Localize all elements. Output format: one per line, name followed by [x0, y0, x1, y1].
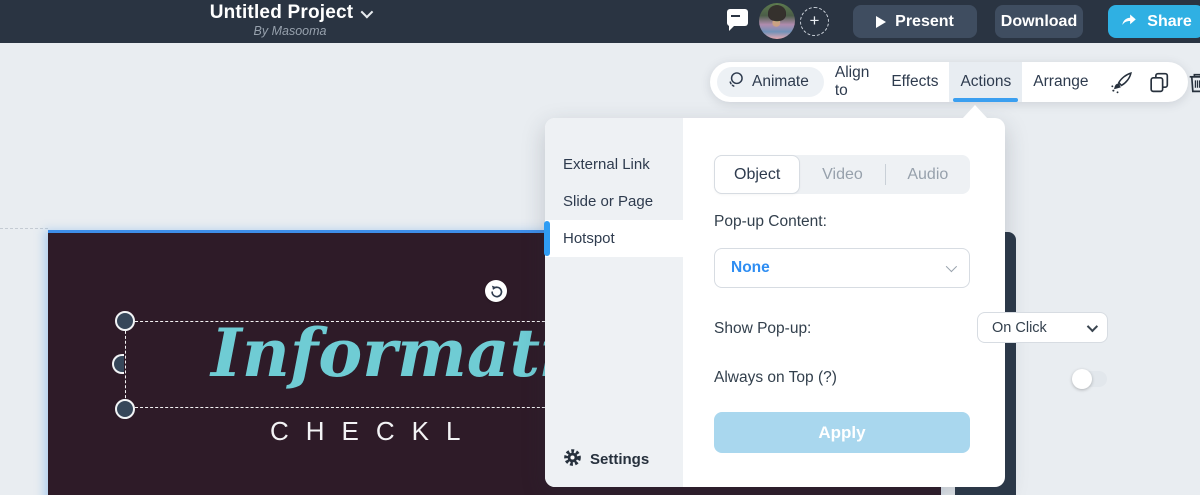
- toolbar-align-to[interactable]: Align to: [824, 62, 880, 102]
- popup-caret: [962, 105, 988, 119]
- show-popup-label: Show Pop-up:: [714, 320, 812, 337]
- toolbar-actions[interactable]: Actions: [949, 62, 1023, 102]
- share-button[interactable]: Share: [1108, 5, 1200, 38]
- settings-label: Settings: [590, 451, 650, 468]
- tab-object[interactable]: Object: [714, 155, 801, 194]
- avatar[interactable]: [759, 3, 795, 39]
- chevron-down-icon: [1086, 320, 1099, 332]
- tab-video[interactable]: Video: [800, 155, 884, 194]
- paintbrush-icon[interactable]: [1109, 70, 1134, 95]
- nav-item-slide-or-page[interactable]: Slide or Page: [545, 183, 683, 220]
- actions-popup: External Link Slide or Page Hotspot Sett…: [544, 118, 1108, 487]
- selection-outline: [125, 321, 570, 408]
- share-label: Share: [1147, 12, 1192, 30]
- apply-button[interactable]: Apply: [714, 412, 970, 453]
- toolbar-arrange[interactable]: Arrange: [1022, 62, 1099, 102]
- animate-icon: [725, 69, 746, 95]
- tab-audio[interactable]: Audio: [886, 155, 970, 194]
- chevron-down-icon[interactable]: [360, 5, 374, 18]
- top-bar: Untitled Project By Masooma + Present Do…: [0, 0, 1200, 43]
- nav-item-hotspot[interactable]: Hotspot: [544, 220, 683, 257]
- present-button[interactable]: Present: [853, 5, 977, 38]
- popup-content-value: None: [731, 259, 770, 276]
- add-collaborator-icon[interactable]: +: [800, 7, 829, 36]
- resize-handle-bottom-left[interactable]: [115, 399, 135, 419]
- popup-content-label: Pop-up Content:: [714, 213, 827, 230]
- nav-item-settings[interactable]: Settings: [563, 448, 649, 471]
- project-title-group[interactable]: Untitled Project By Masooma: [180, 2, 400, 38]
- nav-item-external-link[interactable]: External Link: [545, 146, 683, 183]
- actions-popup-nav: External Link Slide or Page Hotspot Sett…: [544, 118, 683, 487]
- media-tabs: Object Video Audio: [714, 155, 970, 194]
- gear-icon: [563, 448, 582, 471]
- project-title[interactable]: Untitled Project: [210, 2, 354, 24]
- show-popup-value: On Click: [992, 319, 1047, 336]
- toolbar-effects[interactable]: Effects: [880, 62, 949, 102]
- show-popup-select[interactable]: On Click: [977, 312, 1108, 343]
- share-arrow-icon: [1120, 11, 1138, 32]
- always-on-top-label: Always on Top (?): [714, 369, 837, 386]
- duplicate-icon[interactable]: [1147, 70, 1172, 95]
- resize-handle-top-left[interactable]: [115, 311, 135, 331]
- download-button[interactable]: Download: [995, 5, 1083, 38]
- animate-label: Animate: [752, 73, 809, 90]
- always-on-top-toggle[interactable]: [1072, 369, 1107, 389]
- slide-subheading-text[interactable]: CHECKL: [270, 416, 477, 447]
- slide-top-guide-line: [0, 228, 48, 229]
- toggle-knob: [1072, 369, 1092, 389]
- toolbar-animate-button[interactable]: Animate: [717, 67, 824, 97]
- context-toolbar: Animate Align to Effects Actions Arrange: [710, 62, 1200, 102]
- play-icon: [876, 15, 887, 28]
- rotate-handle-icon[interactable]: [485, 280, 507, 302]
- hotspot-panel: Object Video Audio Pop-up Content: None …: [683, 118, 1108, 487]
- trash-icon[interactable]: [1185, 70, 1200, 95]
- popup-content-select[interactable]: None: [714, 248, 970, 288]
- visme-editor: Information CHECKL Animate Align to Effe…: [0, 0, 1200, 495]
- chevron-down-icon: [945, 260, 958, 273]
- download-label: Download: [1000, 12, 1078, 30]
- project-byline: By Masooma: [253, 24, 327, 38]
- comments-icon[interactable]: [727, 9, 748, 31]
- present-label: Present: [895, 12, 954, 30]
